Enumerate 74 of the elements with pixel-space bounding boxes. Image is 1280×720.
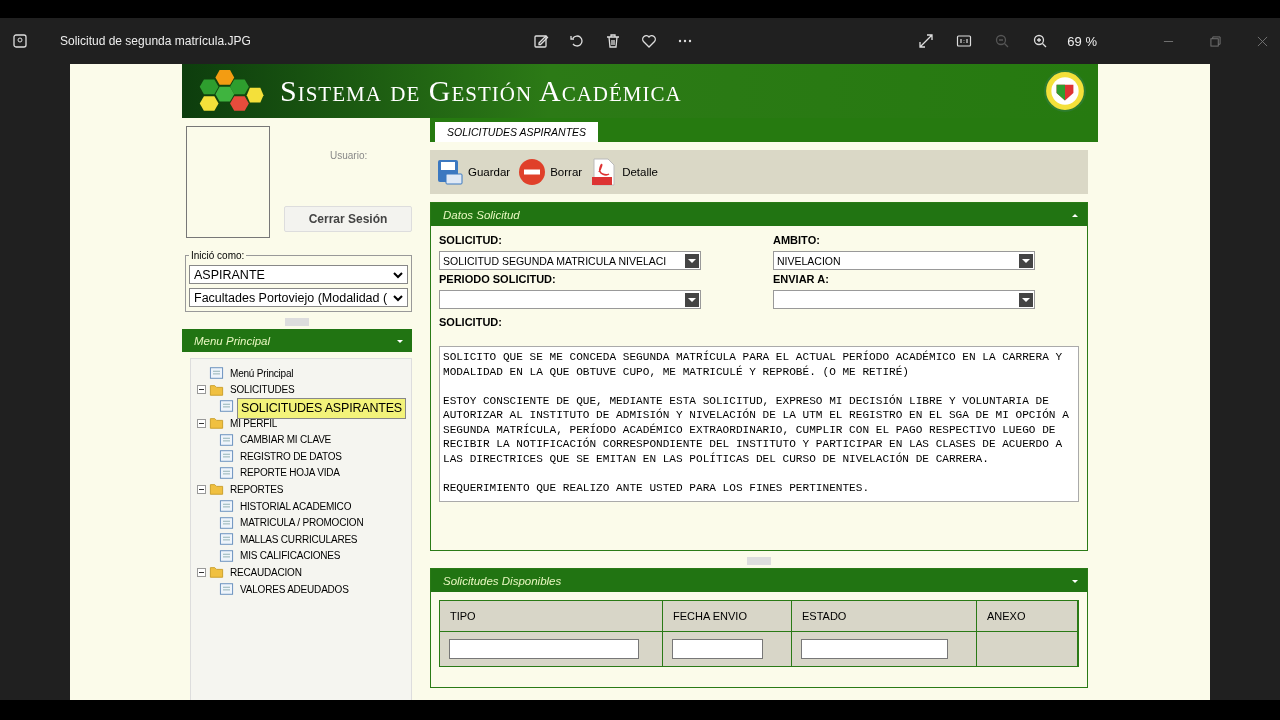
page-icon [219,449,234,464]
column-header[interactable]: ESTADO [792,601,976,632]
menu-item[interactable]: MIS CALIFICACIONES [237,549,344,563]
page-icon [219,399,234,414]
column-header[interactable]: ANEXO [977,601,1077,632]
menu-item[interactable]: SOLICITUDES [227,383,298,397]
chevron-down-icon [393,269,403,280]
chevron-down-icon [393,292,403,303]
column-header[interactable]: TIPO [440,601,662,632]
role-select[interactable]: Facultades Portoviejo (Modalidad ( [189,288,408,307]
seal-icon [1044,70,1086,112]
panel-header[interactable]: Datos Solicitud [431,203,1087,226]
field-label: PERIODO SOLICITUD: [439,273,557,285]
dropdown-field[interactable]: SOLICITUD SEGUNDA MATRICULA NIVELACI [439,251,701,270]
delete-button[interactable]: Borrar [518,158,583,186]
field-label: ENVIAR A: [773,273,830,285]
tab[interactable]: SOLICITUDES ASPIRANTES [435,122,599,142]
filter-field[interactable] [801,639,948,659]
role-select[interactable]: ASPIRANTE [189,265,408,284]
page-icon [219,532,234,547]
menu-item[interactable]: RECAUDACION [227,565,305,579]
collapse-icon[interactable] [197,484,206,494]
menu-item[interactable]: SOLICITUDES ASPIRANTES [237,398,406,419]
field-label: AMBITO: [773,234,821,246]
page-icon [219,432,234,447]
menu-item[interactable]: REPORTES [227,482,287,496]
logout-button[interactable]: Cerrar Sesión [284,206,412,232]
menu-item[interactable]: MALLAS CURRICULARES [237,532,361,546]
menu-item[interactable]: VALORES ADEUDADOS [237,582,352,596]
menu-item[interactable]: REGISTRO DE DATOS [237,449,345,463]
save-button[interactable]: Guardar [436,158,511,186]
dropdown-field[interactable]: NIVELACION [773,251,1035,270]
image-icon [12,33,28,49]
collapse-icon[interactable] [197,418,206,428]
request-text-area[interactable]: SOLICITO QUE SE ME CONCEDA SEGUNDA MATRÍCULA PARA EL ACTUAL PERÍODO ACADÉMICO EN LA CARRERA Y MODALIDAD EN LA QUE OBTUVE CUPO, ME MATRICULÉ Y REPROBÉ. (O ME RETIRÉ) ESTOY CONSCIENTE DE QUE, MEDIANTE ESTA SOLICITUD, EXPRESO MI DECISIÓN LIBRE Y VOLUNTARIA DE AUTORIZAR AL INSTITUTO DE ADMISIÓN Y NIVELACIÓN DE LA UTM EL REGISTRO EN EL SGA DE MI OPCIÓN A SEGUNDA MATRÍCULA, PERÍODO ACADÉMICO EXTRAORDINARIO, CUMPLIR CON EL PAGO RESPECTIVO LUEGO DE RECIBIR LA NOTIFICACIÓN CORRESPONDIENTE DEL INSTITUTO Y PARTICIPAR EN LAS CLASES DE ACUERDO A LAS DIRECTRICES QUE SE EMITAN EN LAS POLÍTICAS DEL CURSO DE NIVELACIÓN DE CARRERA. REQUERIMIENTO QUE REALIZO ANTE USTED PARA LOS FINES PERTINENTES. [439,346,1079,502]
role-legend: Inició como: [189,250,247,261]
menu-item[interactable]: MI PERFIL [227,416,281,430]
collapse-icon[interactable] [197,385,206,395]
menu-item[interactable]: CAMBIAR MI CLAVE [237,433,335,447]
zoom-level: 69 % [1067,33,1097,49]
page-icon [219,499,234,514]
restore-icon[interactable] [1210,35,1221,47]
menu-item[interactable]: HISTORIAL ACADEMICO [237,499,355,513]
dropdown-field[interactable] [439,290,701,309]
close-icon[interactable] [1257,35,1268,47]
filter-field[interactable] [672,639,763,659]
menu-item[interactable]: Menú Principal [227,366,297,380]
filter-field[interactable] [449,639,639,659]
app-title: Sistema de Gestión Académica [280,74,682,108]
page-icon [219,548,234,563]
folder-icon [209,482,224,497]
file-title: Solicitud de segunda matrícula.JPG [60,34,252,48]
collapse-icon[interactable] [197,567,206,577]
minus-circle-icon [518,158,547,186]
page-icon [219,582,234,596]
page-icon [219,515,234,530]
splitter-handle[interactable] [285,318,309,326]
detail-button[interactable]: Detalle [590,158,658,186]
column-header[interactable]: FECHA ENVIO [663,601,791,632]
menu-header[interactable]: Menu Principal [182,329,412,352]
menu-item[interactable]: REPORTE HOJA VIDA [237,466,343,480]
panel-header[interactable]: Solicitudes Disponibles [431,569,1087,592]
menu-item[interactable]: MATRICULA / PROMOCION [237,516,367,530]
splitter-handle[interactable] [747,557,771,565]
dropdown-field[interactable] [773,290,1035,309]
folder-icon [209,565,224,580]
user-label: Usuario: [330,150,369,161]
page-icon [209,366,224,381]
field-label: SOLICITUD: [439,316,503,328]
page-icon [219,465,234,480]
folder-icon [209,416,224,431]
floppy-disk-icon [436,158,464,186]
folder-icon [209,382,224,397]
field-label: SOLICITUD: [439,234,503,246]
